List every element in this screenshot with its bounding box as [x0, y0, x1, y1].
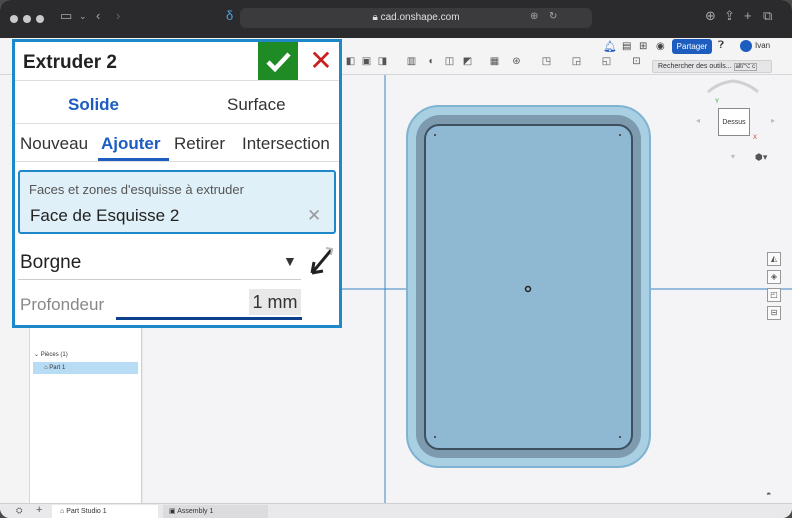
section-view-icon[interactable]: ◰ [767, 288, 781, 302]
revolve-tool-icon[interactable]: ◨ [376, 55, 389, 68]
cancel-button[interactable]: ✕ [303, 42, 339, 80]
reload-icon[interactable]: ↻ [549, 11, 557, 22]
sketch-point [619, 134, 621, 136]
op-add[interactable]: Ajouter [101, 134, 161, 154]
versions-icon[interactable]: ▤ [622, 41, 631, 52]
render-icon[interactable]: ◓ [766, 489, 771, 499]
back-icon[interactable]: ‹ [96, 8, 100, 23]
parts-header[interactable]: ⌄ Pièces (1) [34, 351, 68, 358]
sweep-tool-icon[interactable]: ▥ [405, 55, 418, 68]
pattern-tool-icon[interactable]: ⊛ [510, 55, 523, 68]
new-tab-icon[interactable]: + [744, 8, 752, 23]
select-underline [18, 279, 301, 280]
confirm-button[interactable] [258, 42, 298, 80]
sketch-point [434, 436, 436, 438]
op-new[interactable]: Nouveau [20, 134, 88, 154]
add-tab-icon[interactable]: + [36, 504, 42, 516]
avatar[interactable] [740, 40, 752, 52]
user-name[interactable]: Ivan [755, 41, 770, 50]
sketch-tool-icon[interactable]: ◧ [344, 55, 357, 68]
depth-input-underline [116, 317, 302, 320]
x-axis-label: X [753, 135, 758, 141]
fillet-tool-icon[interactable]: ◫ [443, 55, 456, 68]
tool-search-input[interactable]: Rechercher des outils... alt/⌥ c [652, 60, 772, 73]
depth-label: Profondeur [20, 295, 105, 314]
faces-value: Face de Esquisse 2 [30, 206, 180, 225]
share-sheet-icon[interactable]: ⇪ [724, 8, 735, 24]
divider [15, 123, 339, 124]
faces-selection-field[interactable]: Faces et zones d'esquisse à extruder Fac… [18, 170, 336, 234]
help-icon[interactable]: ❓︎ [718, 40, 724, 51]
view-options-icon[interactable]: ⬢▾ [755, 152, 767, 163]
search-shortcut: alt/⌥ c [733, 63, 758, 71]
rotate-right-icon[interactable]: ▸ [771, 116, 775, 125]
divider [15, 161, 339, 162]
app-window: ▭ ⌄ ‹ › δ 🔒︎ cad.onshape.com ⊕ ↻ ⊕ ⇪ + ⧉… [0, 0, 792, 518]
chevron-down-icon[interactable]: ⌄ [79, 11, 87, 22]
minimize-window-dot[interactable] [23, 15, 31, 23]
mass-properties-icon[interactable]: ◈ [767, 270, 781, 284]
tab-list-icon[interactable]: ⛭ [16, 506, 22, 516]
sidebar-toggle-icon[interactable]: ▭ [60, 8, 72, 24]
check-icon [266, 52, 291, 73]
tab-assembly-label: Assembly 1 [177, 508, 214, 515]
rotate-left-icon[interactable]: ◂ [696, 116, 700, 125]
mirror-tool-icon[interactable]: ◳ [540, 55, 553, 68]
sketch-point [619, 436, 621, 438]
zoom-window-dot[interactable] [36, 15, 44, 23]
lock-icon: 🔒︎ [372, 12, 381, 23]
rotate-down-icon[interactable]: ▾ [731, 152, 735, 161]
tab-overview-icon[interactable]: ⧉ [763, 8, 772, 24]
assembly-icon: ▣ [169, 508, 178, 515]
close-icon: ✕ [309, 45, 333, 76]
op-intersect[interactable]: Intersection [242, 134, 330, 154]
extensions-icon[interactable]: ⊕ [530, 11, 538, 22]
notifications-icon[interactable]: 🔔︎ [603, 40, 617, 53]
part-list-item[interactable]: ⌂ Part 1 [33, 362, 138, 374]
boolean-tool-icon[interactable]: ◲ [570, 55, 583, 68]
tab-solid[interactable]: Solide [68, 95, 119, 115]
extrude-tool-icon[interactable]: ▣ [360, 55, 373, 68]
view-cube[interactable]: Dessus [718, 108, 750, 136]
dialog-title: Extruder 2 [23, 52, 117, 73]
end-type-select[interactable]: Borgne [20, 252, 81, 274]
faces-label: Faces et zones d'esquisse à extruder [29, 182, 244, 197]
app-store-icon[interactable]: ◉ [656, 41, 665, 52]
search-placeholder: Rechercher des outils... [658, 63, 732, 70]
plane-tool-icon[interactable]: ◱ [600, 55, 613, 68]
tab-part-studio-label: Part Studio 1 [66, 508, 107, 515]
onshape-tab-icon: δ [226, 8, 234, 23]
parts-header-label: Pièces (1) [40, 352, 68, 358]
share-button[interactable]: Partager [672, 39, 712, 54]
sketch-point [434, 134, 436, 136]
divider [15, 80, 339, 81]
loft-tool-icon[interactable]: ◐ [425, 55, 438, 68]
shell-tool-icon[interactable]: ▦ [488, 55, 501, 68]
viewcube-rotate-arrow [706, 79, 760, 94]
y-axis-label: Y [715, 99, 720, 105]
document-tabs-bar: ⛭ + ⌂ Part Studio 1 ▣ Assembly 1 [0, 503, 792, 518]
forward-icon: › [116, 8, 121, 23]
url-bar[interactable]: 🔒︎ cad.onshape.com [240, 8, 592, 28]
chamfer-tool-icon[interactable]: ◩ [461, 55, 474, 68]
url-text: cad.onshape.com [380, 12, 460, 23]
op-remove[interactable]: Retirer [174, 134, 225, 154]
hierarchy-icon[interactable]: ⊞ [639, 41, 647, 52]
tab-part-studio[interactable]: ⌂ Part Studio 1 [52, 505, 158, 518]
part-name: Part 1 [49, 365, 66, 371]
chevron-down-icon[interactable]: ▼ [283, 253, 297, 269]
tab-assembly[interactable]: ▣ Assembly 1 [163, 505, 268, 518]
depth-input[interactable]: 1 mm [249, 289, 301, 315]
view-cube-face-label: Dessus [722, 119, 746, 126]
clear-selection-icon[interactable]: ✕ [307, 206, 321, 226]
close-window-dot[interactable] [10, 15, 18, 23]
measure-tool-icon[interactable]: ⊡ [630, 55, 643, 68]
appearance-icon[interactable]: ◭ [767, 252, 781, 266]
browser-chrome: ▭ ⌄ ‹ › δ 🔒︎ cad.onshape.com ⊕ ↻ ⊕ ⇪ + ⧉ [0, 0, 792, 38]
flip-direction-icon[interactable] [306, 245, 336, 282]
download-icon[interactable]: ⊕ [705, 8, 716, 24]
extrude-dialog: Extruder 2 ✕ Solide Surface Nouveau Ajou… [12, 39, 342, 328]
tab-surface[interactable]: Surface [227, 95, 286, 115]
configurations-icon[interactable]: ⊟ [767, 306, 781, 320]
